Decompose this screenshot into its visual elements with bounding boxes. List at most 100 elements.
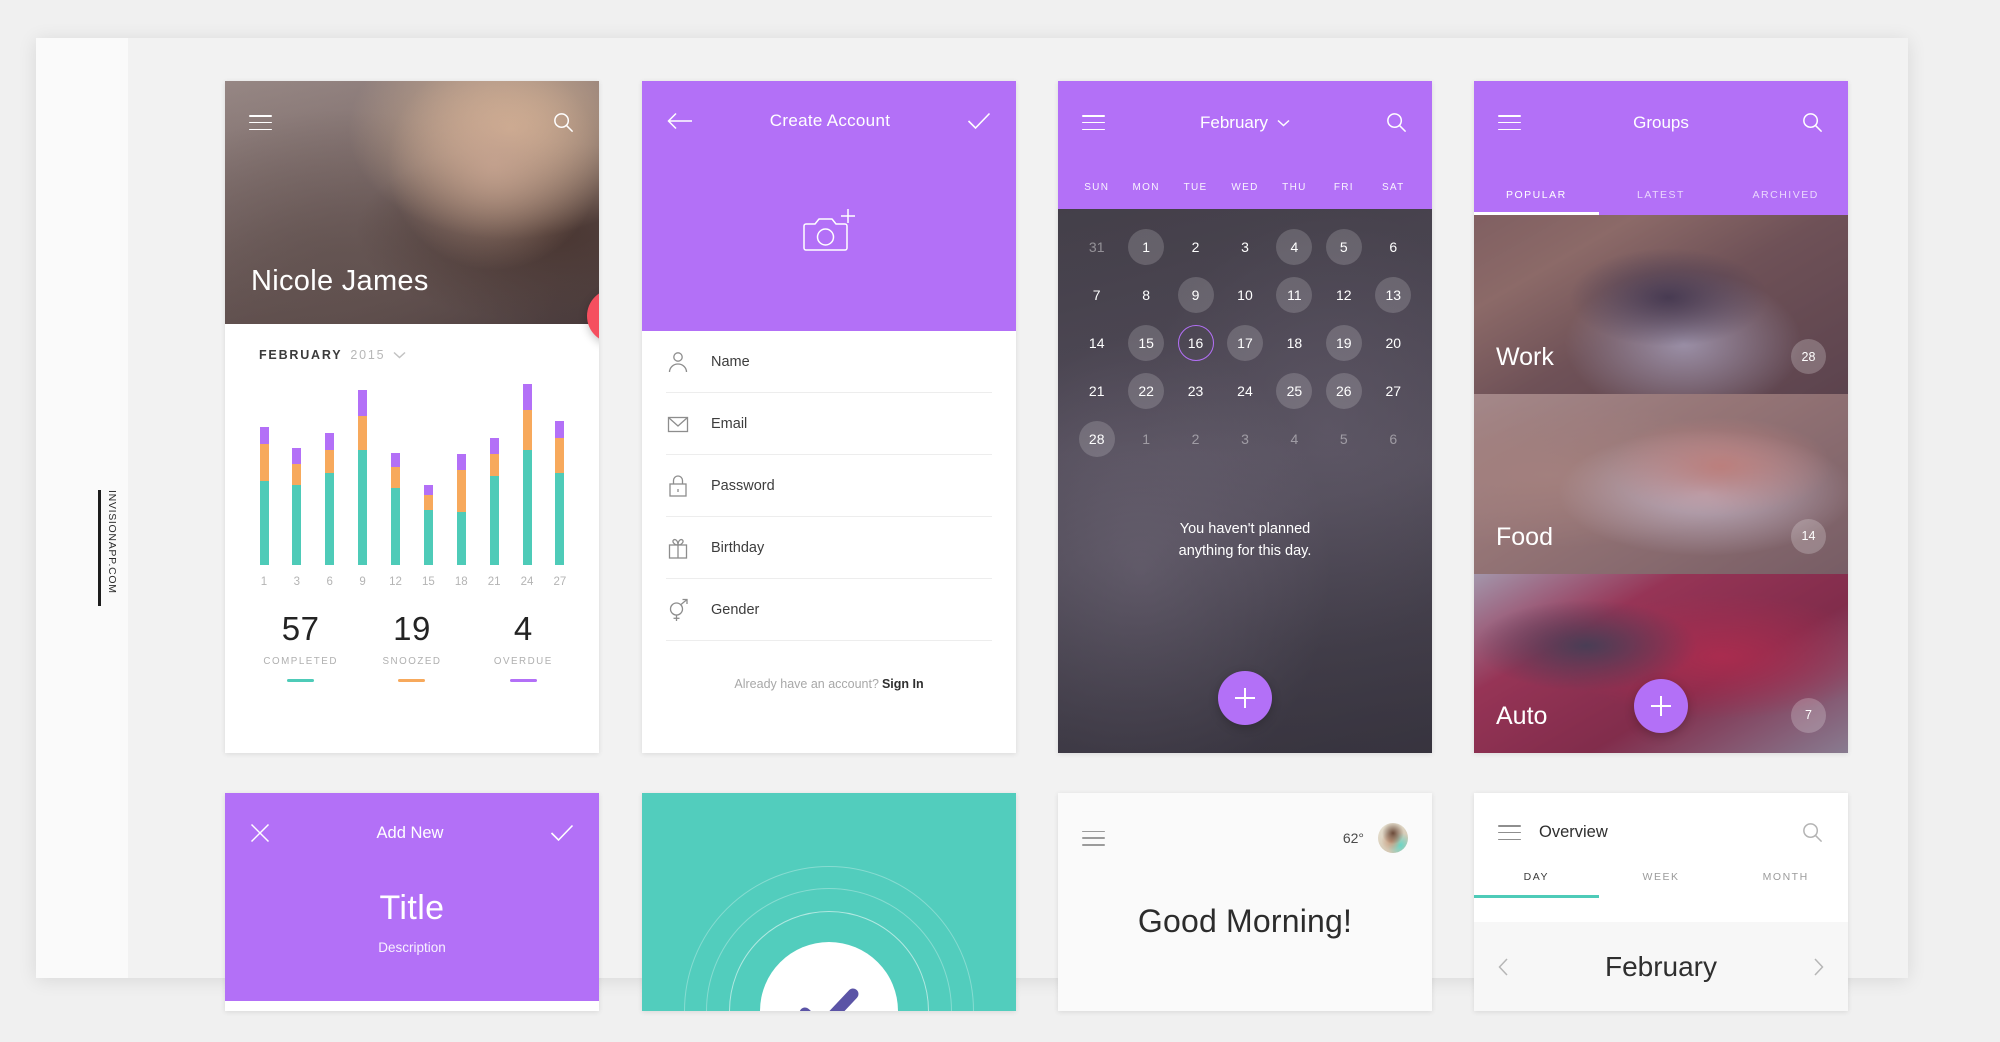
calendar-month-selector[interactable]: February	[1200, 113, 1290, 133]
form-field-label: Email	[711, 416, 748, 432]
plus-icon[interactable]	[1758, 822, 1779, 843]
chart-bar-segment	[489, 437, 499, 455]
stat-value: 19	[393, 610, 431, 647]
chevron-down-icon[interactable]	[1277, 119, 1290, 127]
calendar-day-number: 19	[1325, 325, 1362, 361]
group-name: Food	[1496, 522, 1553, 551]
chevron-down-icon[interactable]	[393, 351, 406, 359]
group-item-food[interactable]: Food 14	[1474, 394, 1848, 574]
check-icon[interactable]	[967, 112, 991, 130]
hamburger-icon[interactable]	[1498, 825, 1521, 841]
calendar-day-cell[interactable]: 12	[1319, 271, 1368, 319]
calendar-day-cell[interactable]: 18	[1270, 319, 1319, 367]
card-groups: Groups POPULAR LATEST ARCHIVED Work 28 Foo…	[1474, 81, 1848, 753]
calendar-day-cell[interactable]: 20	[1369, 319, 1418, 367]
calendar-day-cell[interactable]: 6	[1369, 223, 1418, 271]
groups-tab-popular[interactable]: POPULAR	[1474, 189, 1599, 215]
calendar-day-cell[interactable]: 21	[1072, 367, 1121, 415]
calendar-day-cell[interactable]: 1	[1121, 415, 1170, 463]
calendar-day-cell[interactable]: 3	[1220, 223, 1269, 271]
group-item-work[interactable]: Work 28	[1474, 215, 1848, 395]
calendar-day-number: 1	[1142, 431, 1151, 447]
calendar-day-cell[interactable]: 14	[1072, 319, 1121, 367]
stat-block: 4 OVERDUE	[468, 610, 579, 682]
form-field-birthday[interactable]: Birthday	[666, 517, 992, 579]
form-field-gender[interactable]: Gender	[666, 579, 992, 641]
chevron-left-icon[interactable]	[1498, 957, 1509, 976]
chevron-right-icon[interactable]	[1813, 957, 1824, 976]
hamburger-icon[interactable]	[1082, 830, 1105, 846]
check-icon[interactable]	[550, 824, 574, 842]
chart-x-tick: 15	[421, 576, 435, 588]
hamburger-icon[interactable]	[1498, 115, 1521, 131]
overview-tab-week[interactable]: WEEK	[1599, 871, 1724, 898]
form-field-password[interactable]: Password	[666, 455, 992, 517]
form-field-email[interactable]: Email	[666, 393, 992, 455]
avatar[interactable]	[1378, 823, 1408, 853]
add-photo-icon[interactable]	[800, 207, 858, 259]
chart-bar-segment	[259, 427, 269, 444]
calendar-day-cell[interactable]: 22	[1121, 367, 1170, 415]
description-input[interactable]: Description	[225, 940, 599, 955]
overview-tab-month[interactable]: MONTH	[1723, 871, 1848, 898]
add-photo-button[interactable]	[642, 207, 1016, 259]
group-name: Auto	[1496, 701, 1548, 730]
calendar-day-cell[interactable]: 23	[1171, 367, 1220, 415]
chart-bar-segment	[259, 480, 269, 565]
title-input[interactable]: Title	[225, 889, 599, 928]
calendar-day-cell[interactable]: 27	[1369, 367, 1418, 415]
calendar-day-cell[interactable]: 25	[1270, 367, 1319, 415]
overview-toolbar: Overview	[1474, 821, 1848, 844]
calendar-day-cell[interactable]: 2	[1171, 223, 1220, 271]
chart-bar	[489, 437, 499, 565]
calendar-day-number: 1	[1128, 229, 1165, 265]
calendar-day-number: 21	[1088, 383, 1105, 399]
back-arrow-icon[interactable]	[667, 112, 693, 130]
calendar-day-cell[interactable]: 6	[1369, 415, 1418, 463]
signin-link[interactable]: Sign In	[882, 677, 924, 691]
close-icon[interactable]	[250, 823, 270, 843]
calendar-day-cell[interactable]: 7	[1072, 271, 1121, 319]
calendar-day-cell[interactable]: 28	[1072, 415, 1121, 463]
add-event-button[interactable]	[1218, 671, 1272, 725]
calendar-day-cell[interactable]: 31	[1072, 223, 1121, 271]
calendar-day-cell[interactable]: 26	[1319, 367, 1368, 415]
calendar-day-cell[interactable]: 5	[1319, 415, 1368, 463]
groups-toolbar: Groups	[1474, 111, 1848, 134]
calendar-day-cell[interactable]: 5	[1319, 223, 1368, 271]
chart-bar-segment	[325, 473, 335, 565]
calendar-day-cell[interactable]: 13	[1369, 271, 1418, 319]
chart-bar-segment	[555, 473, 565, 565]
calendar-day-cell[interactable]: 4	[1270, 415, 1319, 463]
form-field-name[interactable]: Name	[666, 331, 992, 393]
groups-tab-archived[interactable]: ARCHIVED	[1723, 189, 1848, 215]
lock-icon	[666, 474, 690, 498]
calendar-day-cell[interactable]: 15	[1121, 319, 1170, 367]
calendar-day-cell[interactable]: 8	[1121, 271, 1170, 319]
calendar-day-cell[interactable]: 24	[1220, 367, 1269, 415]
stat-label: SNOOZED	[382, 655, 442, 667]
calendar-day-cell[interactable]: 1	[1121, 223, 1170, 271]
add-group-button[interactable]	[1634, 678, 1688, 733]
group-item-auto[interactable]: Auto 7	[1474, 573, 1848, 753]
chart-month-selector[interactable]: FEBRUARY 2015	[225, 324, 599, 362]
hamburger-icon[interactable]	[1082, 115, 1105, 131]
chart-bar-segment	[456, 454, 466, 471]
calendar-day-cell[interactable]: 9	[1171, 271, 1220, 319]
calendar-day-cell[interactable]: 11	[1270, 271, 1319, 319]
groups-tab-latest[interactable]: LATEST	[1599, 189, 1724, 215]
calendar-day-cell[interactable]: 19	[1319, 319, 1368, 367]
search-icon[interactable]	[552, 111, 575, 134]
calendar-day-cell[interactable]: 16	[1171, 319, 1220, 367]
calendar-toolbar: February	[1058, 111, 1432, 134]
calendar-day-cell[interactable]: 3	[1220, 415, 1269, 463]
calendar-day-cell[interactable]: 2	[1171, 415, 1220, 463]
calendar-day-cell[interactable]: 10	[1220, 271, 1269, 319]
calendar-day-cell[interactable]: 4	[1270, 223, 1319, 271]
search-icon[interactable]	[1801, 111, 1824, 134]
overview-tab-day[interactable]: DAY	[1474, 871, 1599, 898]
search-icon[interactable]	[1801, 821, 1824, 844]
calendar-day-cell[interactable]: 17	[1220, 319, 1269, 367]
hamburger-icon[interactable]	[249, 115, 272, 131]
search-icon[interactable]	[1385, 111, 1408, 134]
